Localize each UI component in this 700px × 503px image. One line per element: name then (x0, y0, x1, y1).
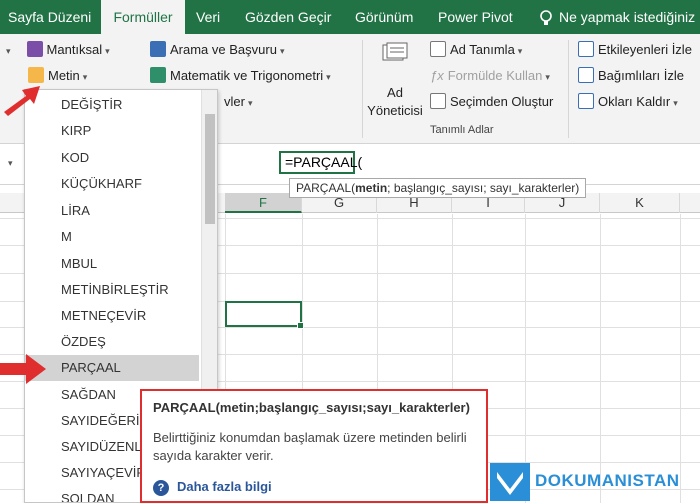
name-manager-icon (382, 42, 408, 61)
create-from-selection-button[interactable]: Seçimden Oluştur (430, 92, 553, 112)
math-icon (150, 67, 166, 83)
lookup-label: Arama ve Başvuru (170, 42, 277, 57)
table-icon (430, 93, 446, 109)
function-item-parcaal[interactable]: PARÇAAL (25, 355, 199, 381)
tab-power-pivot[interactable]: Power Pivot (430, 0, 521, 34)
column-header-k[interactable]: K (600, 193, 680, 213)
dokumanistan-watermark: DOKUMANISTAN (487, 460, 700, 503)
tooltip-current-argument: metin (355, 181, 388, 195)
tag-icon (430, 41, 446, 57)
tell-me-label: Ne yapmak istediğiniz (559, 9, 696, 25)
lightbulb-icon (540, 10, 552, 26)
name-manager-button[interactable]: Ad Yöneticisi (366, 40, 424, 120)
remove-arrows-button[interactable]: Okları Kaldır ▾ (578, 92, 678, 112)
define-name-button[interactable]: Ad Tanımla ▾ (430, 40, 522, 60)
ribbon-separator (568, 40, 569, 138)
name-manager-label-2: Yöneticisi (367, 103, 423, 118)
help-title: PARÇAAL(metin;başlangıç_sayısı;sayı_kara… (153, 400, 470, 415)
defined-names-group-label: Tanımlı Adlar (430, 124, 494, 136)
ribbon-separator (362, 40, 363, 138)
function-item-ozdes[interactable]: ÖZDEŞ (25, 329, 199, 355)
fx-icon: ƒx (430, 68, 444, 83)
text-icon (28, 67, 44, 83)
dokumanistan-logo-icon (490, 463, 530, 501)
function-item-kod[interactable]: KOD (25, 145, 199, 171)
remove-arrows-label: Okları Kaldır (598, 94, 671, 109)
trace-precedents-icon (578, 41, 594, 57)
tab-view[interactable]: Görünüm (347, 0, 421, 34)
logical-functions-button[interactable]: ▾ Mantıksal ▾ (6, 40, 110, 60)
function-item-metnecevir[interactable]: METNEÇEVİR (25, 303, 199, 329)
function-item-mbul[interactable]: MBUL (25, 251, 199, 277)
name-manager-label-1: Ad (387, 85, 403, 100)
trace-dependents-button[interactable]: Bağımlıları İzle (578, 66, 684, 86)
tab-page-layout[interactable]: Sayfa Düzeni (0, 0, 99, 34)
function-help-tooltip: PARÇAAL(metin;başlangıç_sayısı;sayı_kara… (140, 389, 488, 503)
more-functions-label: vler (224, 94, 245, 109)
math-label: Matematik ve Trigonometri (170, 68, 324, 83)
trace-precedents-button[interactable]: Etkileyenleri İzle (578, 40, 692, 60)
tooltip-remaining-arguments: ; başlangıç_sayısı; sayı_karakterler) (387, 181, 580, 195)
tab-data[interactable]: Veri (188, 0, 228, 34)
trace-dependents-label: Bağımlıları İzle (598, 68, 684, 83)
more-functions-button[interactable]: vler ▾ (224, 92, 252, 112)
logical-label: Mantıksal (46, 42, 103, 57)
function-item-m[interactable]: M (25, 224, 199, 250)
excel-window: { "tabs": ["Sayfa Düzeni", "Formüller", … (0, 0, 700, 503)
editing-cell[interactable]: =PARÇAAL( (279, 151, 362, 174)
trace-dependents-icon (578, 67, 594, 83)
math-functions-button[interactable]: Matematik ve Trigonometri ▾ (150, 66, 331, 86)
use-in-formula-label: Formülde Kullan (447, 68, 543, 83)
define-name-label: Ad Tanımla (450, 42, 515, 57)
name-box-dropdown-icon[interactable]: ▾ (8, 158, 13, 169)
trace-precedents-label: Etkileyenleri İzle (598, 42, 692, 57)
ribbon-tab-bar: Sayfa Düzeni Formüller Veri Gözden Geçir… (0, 0, 700, 35)
function-item-degistir[interactable]: DEĞİŞTİR (25, 92, 199, 118)
function-argument-tooltip: PARÇAAL(metin; başlangıç_sayısı; sayı_ka… (289, 178, 587, 198)
remove-arrows-icon (578, 93, 594, 109)
use-in-formula-button[interactable]: ƒx Formülde Kullan ▾ (430, 66, 550, 86)
red-arrow-icon (4, 86, 40, 116)
function-item-lira[interactable]: LİRA (25, 198, 199, 224)
scrollbar-thumb[interactable] (205, 114, 215, 224)
watermark-text: DOKUMANISTAN (535, 471, 680, 490)
lookup-functions-button[interactable]: Arama ve Başvuru ▾ (150, 40, 284, 60)
red-arrow-icon (0, 354, 46, 384)
active-cell-selection[interactable] (225, 301, 304, 329)
more-info-label: Daha fazla bilgi (177, 479, 272, 494)
tab-review[interactable]: Gözden Geçir (237, 0, 339, 34)
function-item-kirp[interactable]: KIRP (25, 118, 199, 144)
function-item-kucukharf[interactable]: KÜÇÜKHARF (25, 171, 199, 197)
help-question-icon: ? (153, 480, 169, 496)
tab-formulas[interactable]: Formüller (101, 0, 185, 35)
lookup-icon (150, 41, 166, 57)
logical-icon (26, 41, 43, 57)
tooltip-function-name: PARÇAAL( (296, 181, 356, 195)
help-description: Belirttiğiniz konumdan başlamak üzere me… (153, 430, 467, 463)
more-info-link[interactable]: ? Daha fazla bilgi (153, 479, 272, 496)
function-item-metinbirlestir[interactable]: METİNBİRLEŞTİR (25, 277, 199, 303)
tell-me-search[interactable]: Ne yapmak istediğiniz (537, 0, 695, 34)
text-label: Metin (48, 68, 80, 83)
create-from-selection-label: Seçimden Oluştur (450, 94, 554, 109)
